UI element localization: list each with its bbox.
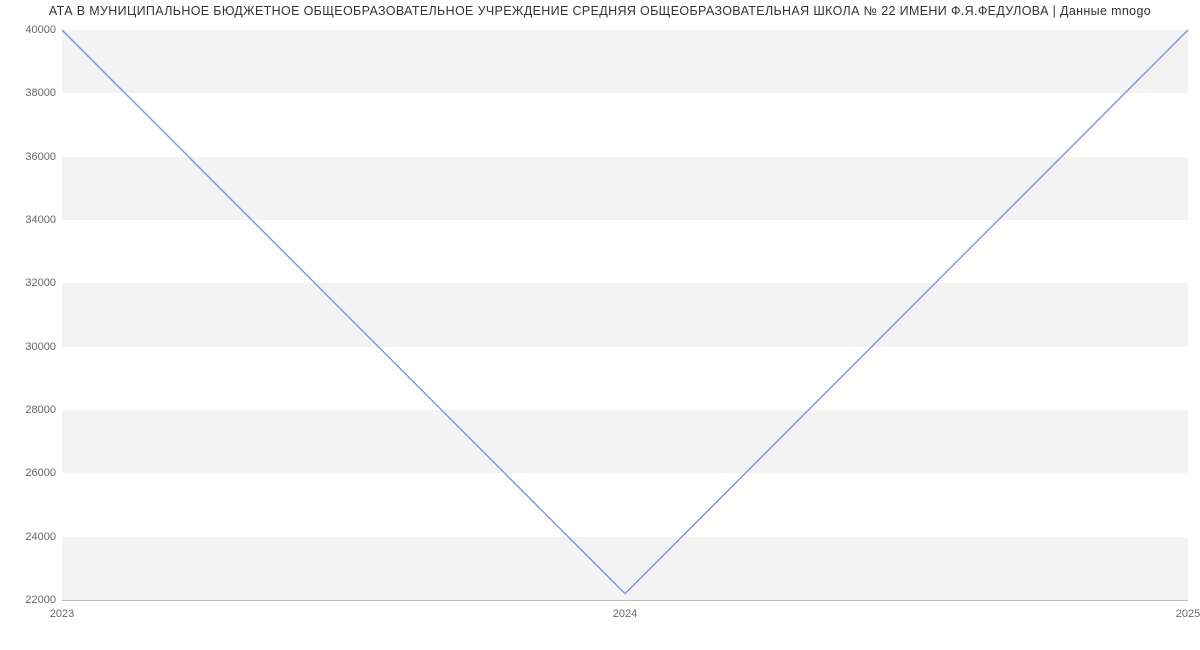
y-axis-labels: 2200024000260002800030000320003400036000… bbox=[0, 30, 56, 600]
y-tick-label: 24000 bbox=[0, 531, 56, 543]
y-tick-label: 36000 bbox=[0, 151, 56, 163]
x-tick-label: 2023 bbox=[50, 608, 74, 620]
x-tick-label: 2025 bbox=[1176, 608, 1200, 620]
x-axis-labels: 202320242025 bbox=[62, 604, 1188, 624]
y-tick-label: 30000 bbox=[0, 341, 56, 353]
chart-area: 22000 24000 26000 28000 30000 32000 34000 36000… bbox=[0, 24, 1200, 648]
plot-area bbox=[62, 30, 1188, 601]
y-tick-label: 28000 bbox=[0, 404, 56, 416]
y-tick-label: 26000 bbox=[0, 467, 56, 479]
y-tick-label: 40000 bbox=[0, 24, 56, 36]
y-tick-label: 22000 bbox=[0, 594, 56, 606]
y-tick-label: 34000 bbox=[0, 214, 56, 226]
chart-title: АТА В МУНИЦИПАЛЬНОЕ БЮДЖЕТНОЕ ОБЩЕОБРАЗО… bbox=[0, 0, 1200, 18]
series-line bbox=[62, 30, 1188, 594]
y-tick-label: 32000 bbox=[0, 277, 56, 289]
x-tick-label: 2024 bbox=[613, 608, 637, 620]
line-svg bbox=[62, 30, 1188, 600]
y-tick-label: 38000 bbox=[0, 87, 56, 99]
